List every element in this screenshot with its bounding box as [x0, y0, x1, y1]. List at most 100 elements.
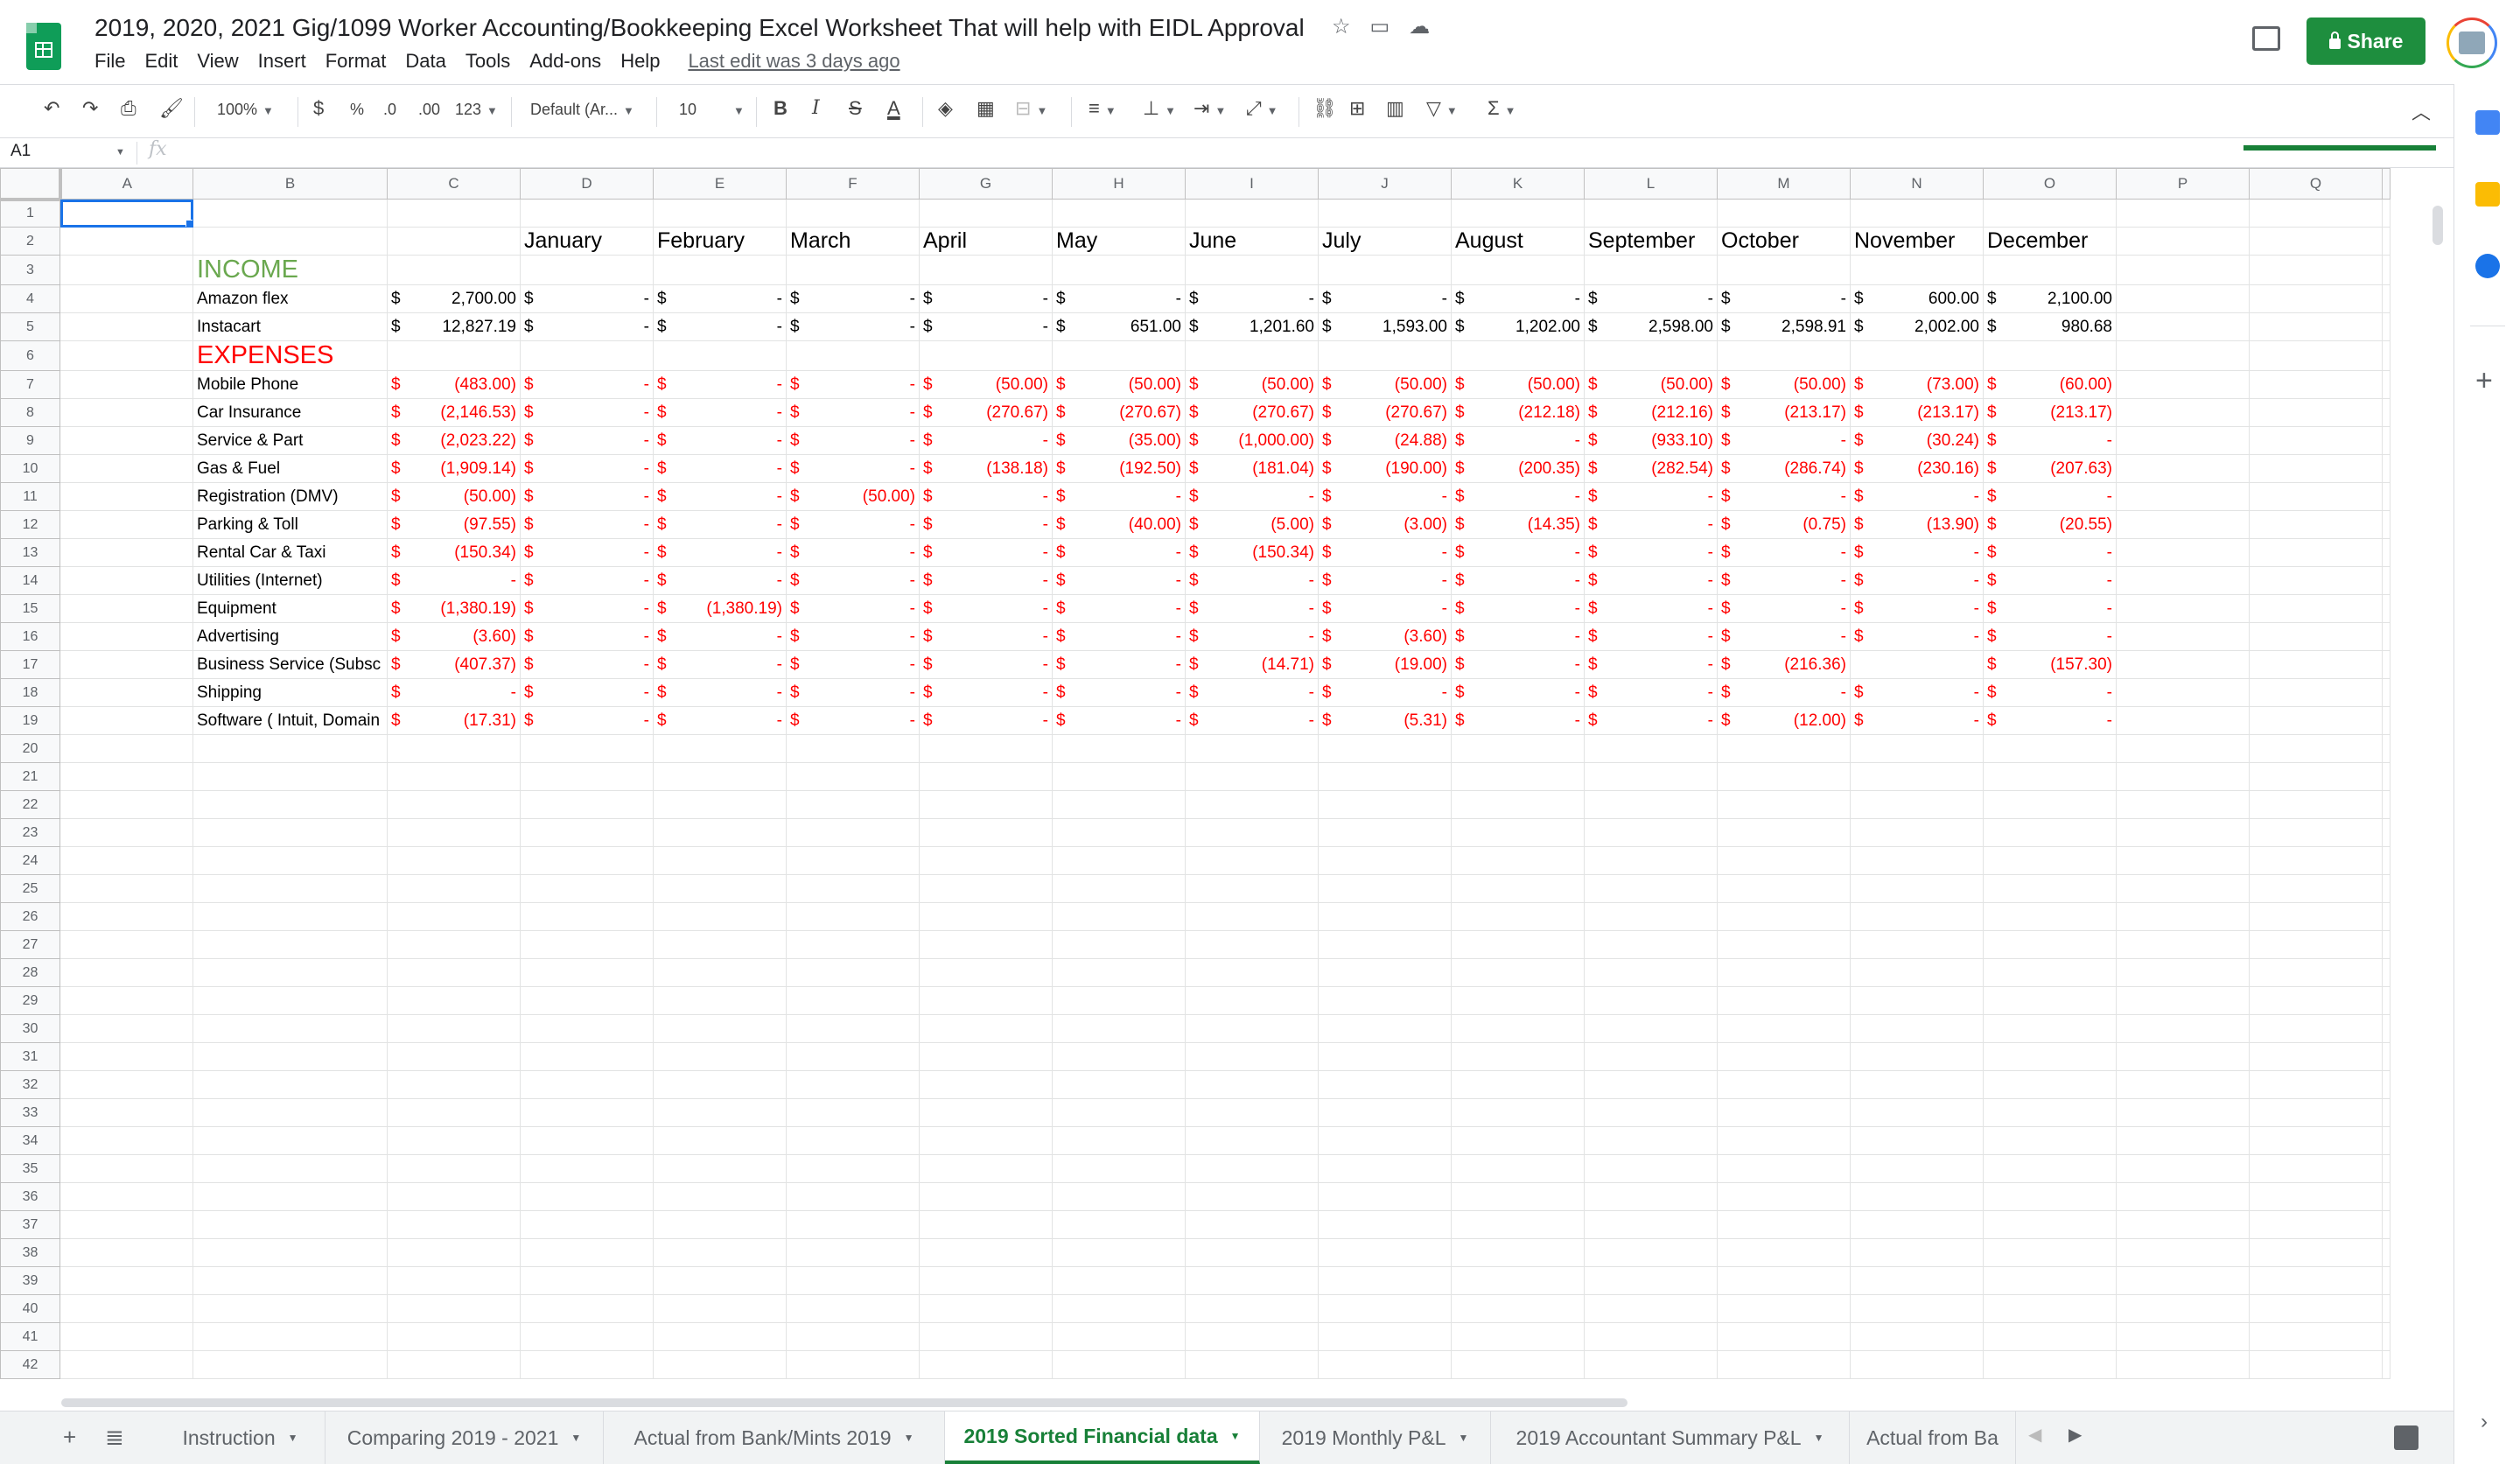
cell[interactable] — [2116, 986, 2250, 1015]
cell[interactable] — [1318, 958, 1452, 987]
column-header[interactable]: M — [1717, 168, 1851, 200]
cell[interactable] — [1983, 1014, 2117, 1043]
money-cell[interactable]: $ - — [1717, 284, 1851, 313]
cell[interactable] — [2116, 312, 2250, 341]
row-header[interactable]: 21 — [0, 762, 60, 791]
cell[interactable] — [1052, 846, 1186, 875]
cell[interactable] — [192, 930, 388, 959]
cell[interactable] — [520, 986, 654, 1015]
cell[interactable] — [192, 1126, 388, 1155]
money-cell[interactable]: $ - — [1052, 594, 1186, 623]
cell[interactable] — [1717, 340, 1851, 371]
money-cell[interactable]: $ (181.04) — [1185, 454, 1319, 483]
money-cell[interactable]: $ (212.16) — [1584, 398, 1718, 427]
horizontal-align-icon[interactable]: ≡ ▼ — [1088, 97, 1116, 120]
column-header[interactable]: K — [1451, 168, 1585, 200]
month-header[interactable]: September — [1584, 227, 1718, 256]
cell[interactable] — [520, 1182, 654, 1211]
cell[interactable] — [2116, 902, 2250, 931]
cell[interactable] — [60, 678, 193, 707]
cell[interactable] — [1451, 1070, 1585, 1099]
menu-item-data[interactable]: Data — [405, 50, 445, 73]
month-header[interactable]: March — [786, 227, 920, 256]
money-cell[interactable]: $ - — [1983, 622, 2117, 651]
expense-label[interactable]: Mobile Phone — [192, 370, 388, 399]
cell[interactable] — [919, 1210, 1053, 1239]
cell[interactable] — [2249, 284, 2383, 313]
cell[interactable] — [1318, 1014, 1452, 1043]
insert-link-icon[interactable]: ⛓ — [1312, 97, 1337, 120]
column-header[interactable]: H — [1052, 168, 1186, 200]
cell[interactable] — [1451, 734, 1585, 763]
money-cell[interactable]: $ - — [1451, 566, 1585, 595]
cell[interactable] — [1584, 1126, 1718, 1155]
cell[interactable] — [1983, 986, 2117, 1015]
cell[interactable] — [1052, 1070, 1186, 1099]
money-cell[interactable]: $ (40.00) — [1052, 510, 1186, 539]
sheet-tab[interactable]: 2019 Sorted Financial data ▼ — [945, 1411, 1260, 1464]
cell[interactable] — [2382, 1070, 2390, 1099]
move-folder-icon[interactable]: ▭ — [1370, 14, 1390, 39]
cell[interactable] — [2249, 594, 2383, 623]
cell[interactable] — [192, 1210, 388, 1239]
expense-label[interactable]: Gas & Fuel — [192, 454, 388, 483]
cell[interactable] — [2116, 1322, 2250, 1351]
calendar-icon[interactable] — [2475, 110, 2500, 135]
cell[interactable] — [1850, 1098, 1984, 1127]
money-cell[interactable]: $ (3.00) — [1318, 510, 1452, 539]
merge-cells-icon[interactable]: ⊟ ▼ — [1015, 97, 1047, 120]
cell[interactable] — [2249, 762, 2383, 791]
cell[interactable] — [1451, 1182, 1585, 1211]
money-cell[interactable]: $2,700.00 — [387, 284, 521, 313]
last-edit-link[interactable]: Last edit was 3 days ago — [688, 50, 900, 73]
column-header[interactable]: Q — [2249, 168, 2383, 200]
cell[interactable] — [1052, 255, 1186, 285]
money-cell[interactable]: $ (270.67) — [919, 398, 1053, 427]
money-cell[interactable]: $ (5.31) — [1318, 706, 1452, 735]
cell[interactable] — [2382, 312, 2390, 341]
cell[interactable] — [2116, 846, 2250, 875]
cell[interactable] — [387, 846, 521, 875]
cell[interactable] — [1584, 1014, 1718, 1043]
money-cell[interactable]: $ - — [1717, 594, 1851, 623]
row-header[interactable]: 40 — [0, 1294, 60, 1323]
cell[interactable] — [2116, 1294, 2250, 1323]
cell[interactable] — [192, 762, 388, 791]
money-cell[interactable]: $ - — [1318, 594, 1452, 623]
money-cell[interactable]: $ - — [1052, 284, 1186, 313]
cell[interactable] — [1717, 1266, 1851, 1295]
menu-item-view[interactable]: View — [197, 50, 238, 73]
cell[interactable] — [1983, 846, 2117, 875]
cell[interactable] — [2116, 650, 2250, 679]
money-cell[interactable]: $ - — [1850, 622, 1984, 651]
column-header[interactable]: N — [1850, 168, 1984, 200]
cell[interactable] — [1185, 199, 1319, 228]
cell[interactable] — [520, 958, 654, 987]
cell[interactable] — [2382, 227, 2390, 256]
cell[interactable] — [1850, 340, 1984, 371]
income-heading[interactable]: INCOME — [192, 255, 388, 285]
cell[interactable] — [1983, 1126, 2117, 1155]
cell[interactable] — [1717, 1350, 1851, 1379]
expense-label[interactable]: Utilities (Internet) — [192, 566, 388, 595]
cell[interactable] — [2382, 650, 2390, 679]
money-cell[interactable]: $ - — [653, 284, 787, 313]
scroll-tabs-left-icon[interactable]: ◀ — [2028, 1424, 2041, 1446]
money-cell[interactable]: $ (216.36) — [1717, 650, 1851, 679]
cell[interactable] — [387, 1350, 521, 1379]
money-cell[interactable]: $ - — [919, 594, 1053, 623]
menu-item-addons[interactable]: Add-ons — [529, 50, 601, 73]
cell[interactable] — [1584, 1182, 1718, 1211]
borders-icon[interactable]: ▦ — [976, 97, 995, 120]
cell[interactable] — [653, 1126, 787, 1155]
cell[interactable] — [1584, 1154, 1718, 1183]
cell[interactable] — [1318, 1294, 1452, 1323]
cell[interactable] — [2116, 958, 2250, 987]
money-cell[interactable]: $ - — [653, 398, 787, 427]
money-cell[interactable]: $2,598.91 — [1717, 312, 1851, 341]
row-header[interactable]: 20 — [0, 734, 60, 763]
money-cell[interactable]: $ - — [653, 454, 787, 483]
row-header[interactable]: 26 — [0, 902, 60, 931]
cell[interactable] — [1717, 1014, 1851, 1043]
money-cell[interactable]: $ - — [520, 706, 654, 735]
